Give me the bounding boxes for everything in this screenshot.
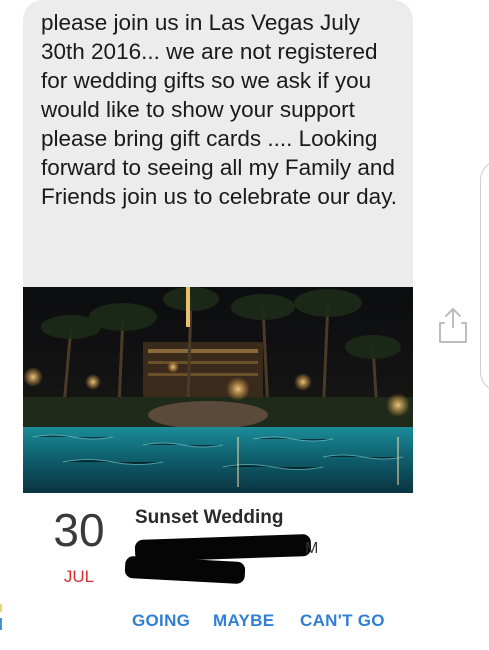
event-title: Sunset Wedding: [135, 507, 284, 528]
panel-edge: [480, 160, 489, 392]
event-day: 30: [53, 504, 105, 556]
cant-go-button[interactable]: CAN'T GO: [300, 611, 385, 631]
message-text: please join us in Las Vegas July 30th 20…: [41, 10, 398, 209]
message-bubble[interactable]: please join us in Las Vegas July 30th 20…: [23, 0, 413, 646]
rsvp-actions: GOING MAYBE CAN'T GO: [23, 611, 413, 635]
share-icon[interactable]: [437, 305, 469, 345]
event-photo[interactable]: [23, 287, 413, 493]
going-button[interactable]: GOING: [132, 611, 190, 631]
maybe-button[interactable]: MAYBE: [213, 611, 274, 631]
left-edge-marker: [0, 604, 2, 630]
redacted-text-tail: M: [305, 540, 319, 557]
redaction-mark: [124, 555, 246, 585]
event-card[interactable]: 30 JUL Sunset Wedding M GOING MAYBE CAN'…: [23, 493, 413, 646]
event-month: JUL: [63, 567, 95, 586]
